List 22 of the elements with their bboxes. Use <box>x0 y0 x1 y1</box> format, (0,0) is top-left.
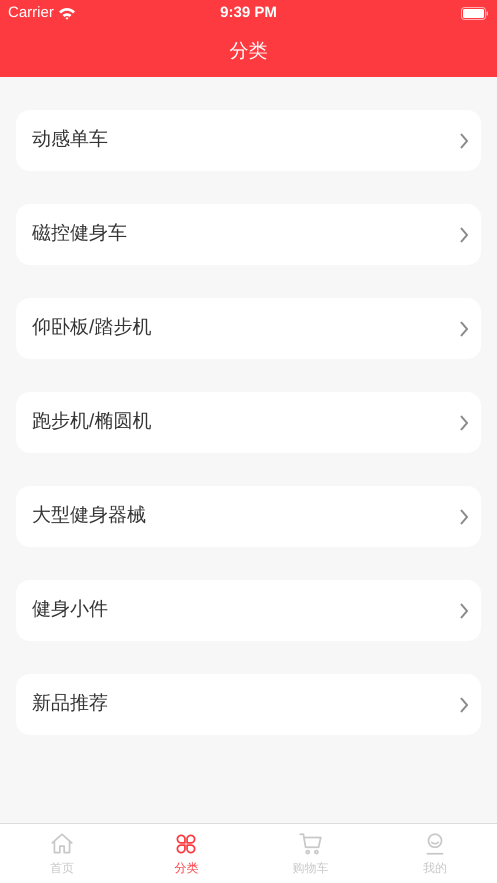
chevron-right-icon <box>459 132 469 150</box>
chevron-right-icon <box>459 602 469 620</box>
chevron-right-icon <box>459 696 469 714</box>
tab-item[interactable]: 分类 <box>124 824 248 883</box>
status-time: 9:39 PM <box>220 3 277 24</box>
category-item[interactable]: 动感单车 <box>16 110 481 171</box>
chevron-right-icon <box>459 226 469 244</box>
category-item[interactable]: 健身小件 <box>16 580 481 641</box>
chevron-right-icon <box>459 508 469 526</box>
carrier-label: Carrier <box>8 3 54 24</box>
page-title: 分类 <box>230 40 268 64</box>
category-item[interactable]: 跑步机/椭圆机 <box>16 392 481 453</box>
home-icon <box>49 830 76 856</box>
category-item[interactable]: 大型健身器械 <box>16 486 481 547</box>
wifi-icon <box>58 7 76 20</box>
category-item[interactable]: 磁控健身车 <box>16 204 481 265</box>
battery-icon <box>461 7 489 20</box>
cart-icon <box>298 830 324 856</box>
category-item[interactable]: 仰卧板/踏步机 <box>16 298 481 359</box>
chevron-right-icon <box>459 414 469 432</box>
chevron-right-icon <box>459 320 469 338</box>
category-item[interactable]: 新品推荐 <box>16 674 481 735</box>
